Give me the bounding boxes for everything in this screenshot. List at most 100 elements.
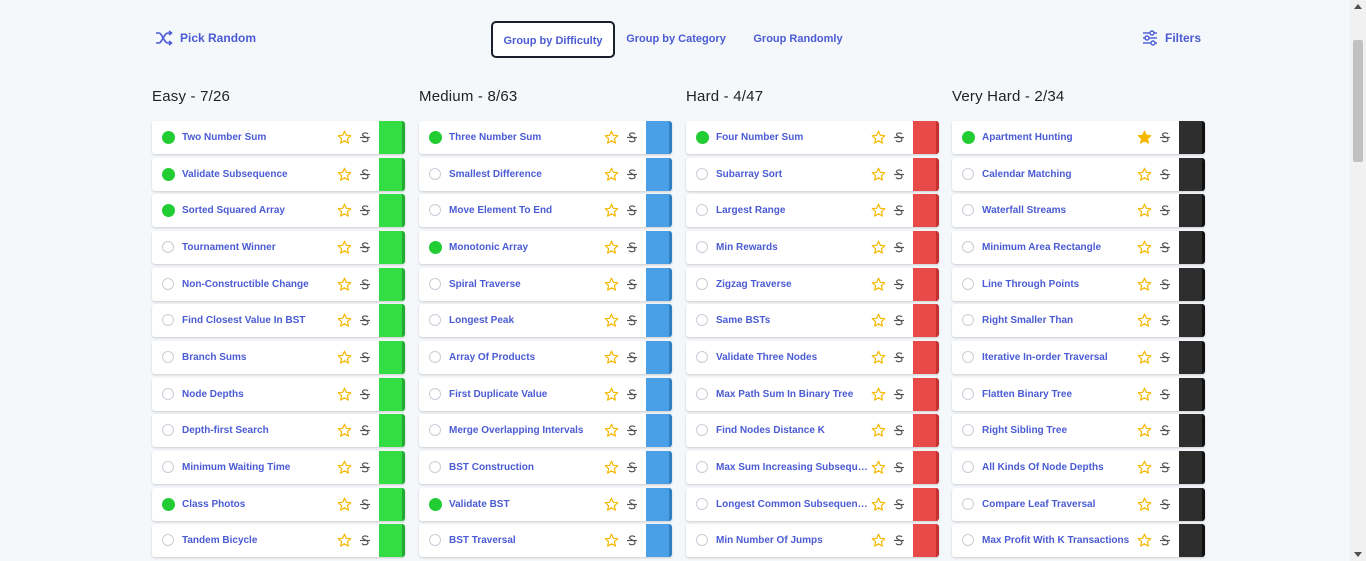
question-row[interactable]: BST Traversal [419, 524, 672, 557]
star-icon[interactable] [604, 167, 619, 182]
star-icon[interactable] [604, 313, 619, 328]
star-icon[interactable] [871, 240, 886, 255]
question-name[interactable]: Smallest Difference [449, 158, 601, 191]
strikethrough-icon[interactable] [626, 131, 638, 144]
star-icon[interactable] [604, 533, 619, 548]
question-name[interactable]: Validate Three Nodes [716, 341, 868, 374]
star-icon[interactable] [871, 167, 886, 182]
strikethrough-icon[interactable] [893, 314, 905, 327]
question-row[interactable]: Two Number Sum [152, 121, 405, 154]
question-name[interactable]: Iterative In-order Traversal [982, 341, 1134, 374]
completed-status-icon[interactable] [162, 168, 175, 181]
strikethrough-icon[interactable] [626, 534, 638, 547]
question-row[interactable]: Max Sum Increasing Subsequence [686, 451, 939, 484]
incomplete-status-icon[interactable] [696, 424, 708, 436]
star-icon[interactable] [604, 130, 619, 145]
star-icon[interactable] [871, 203, 886, 218]
question-name[interactable]: All Kinds Of Node Depths [982, 451, 1134, 484]
star-icon[interactable] [871, 497, 886, 512]
strikethrough-icon[interactable] [893, 168, 905, 181]
incomplete-status-icon[interactable] [429, 168, 441, 180]
incomplete-status-icon[interactable] [162, 388, 174, 400]
question-row[interactable]: Zigzag Traverse [686, 268, 939, 301]
question-name[interactable]: Right Smaller Than [982, 304, 1134, 337]
incomplete-status-icon[interactable] [962, 204, 974, 216]
question-row[interactable]: Iterative In-order Traversal [952, 341, 1205, 374]
star-icon[interactable] [604, 277, 619, 292]
question-name[interactable]: Zigzag Traverse [716, 268, 868, 301]
scroll-down-arrow-icon[interactable] [1354, 552, 1362, 557]
question-name[interactable]: Non-Constructible Change [182, 268, 334, 301]
incomplete-status-icon[interactable] [162, 241, 174, 253]
incomplete-status-icon[interactable] [696, 461, 708, 473]
question-row[interactable]: Array Of Products [419, 341, 672, 374]
strikethrough-icon[interactable] [1159, 131, 1171, 144]
question-name[interactable]: Flatten Binary Tree [982, 378, 1134, 411]
question-name[interactable]: Subarray Sort [716, 158, 868, 191]
incomplete-status-icon[interactable] [162, 314, 174, 326]
star-icon[interactable] [871, 423, 886, 438]
completed-status-icon[interactable] [429, 241, 442, 254]
strikethrough-icon[interactable] [626, 498, 638, 511]
strikethrough-icon[interactable] [893, 351, 905, 364]
star-icon[interactable] [1137, 130, 1152, 145]
strikethrough-icon[interactable] [359, 204, 371, 217]
question-name[interactable]: Min Number Of Jumps [716, 524, 868, 557]
star-icon[interactable] [337, 350, 352, 365]
question-row[interactable]: Validate Three Nodes [686, 341, 939, 374]
strikethrough-icon[interactable] [359, 278, 371, 291]
question-name[interactable]: Node Depths [182, 378, 334, 411]
star-icon[interactable] [1137, 497, 1152, 512]
question-name[interactable]: Four Number Sum [716, 121, 868, 154]
question-row[interactable]: Flatten Binary Tree [952, 378, 1205, 411]
question-row[interactable]: Max Profit With K Transactions [952, 524, 1205, 557]
question-row[interactable]: BST Construction [419, 451, 672, 484]
question-row[interactable]: Line Through Points [952, 268, 1205, 301]
strikethrough-icon[interactable] [626, 351, 638, 364]
incomplete-status-icon[interactable] [696, 314, 708, 326]
incomplete-status-icon[interactable] [429, 314, 441, 326]
incomplete-status-icon[interactable] [429, 461, 441, 473]
strikethrough-icon[interactable] [1159, 278, 1171, 291]
incomplete-status-icon[interactable] [429, 534, 441, 546]
star-icon[interactable] [337, 167, 352, 182]
incomplete-status-icon[interactable] [962, 424, 974, 436]
question-row[interactable]: Spiral Traverse [419, 268, 672, 301]
question-name[interactable]: Find Nodes Distance K [716, 414, 868, 447]
strikethrough-icon[interactable] [893, 278, 905, 291]
question-row[interactable]: Right Smaller Than [952, 304, 1205, 337]
star-icon[interactable] [871, 460, 886, 475]
strikethrough-icon[interactable] [359, 168, 371, 181]
strikethrough-icon[interactable] [359, 314, 371, 327]
question-name[interactable]: BST Construction [449, 451, 601, 484]
strikethrough-icon[interactable] [359, 351, 371, 364]
star-icon[interactable] [1137, 460, 1152, 475]
question-row[interactable]: Subarray Sort [686, 158, 939, 191]
incomplete-status-icon[interactable] [962, 498, 974, 510]
question-name[interactable]: Max Profit With K Transactions [982, 524, 1134, 557]
strikethrough-icon[interactable] [359, 461, 371, 474]
question-row[interactable]: Apartment Hunting [952, 121, 1205, 154]
question-name[interactable]: Validate BST [449, 488, 601, 521]
strikethrough-icon[interactable] [626, 424, 638, 437]
strikethrough-icon[interactable] [359, 388, 371, 401]
incomplete-status-icon[interactable] [696, 204, 708, 216]
question-row[interactable]: Same BSTs [686, 304, 939, 337]
question-row[interactable]: Tournament Winner [152, 231, 405, 264]
incomplete-status-icon[interactable] [162, 461, 174, 473]
star-icon[interactable] [337, 387, 352, 402]
question-row[interactable]: Minimum Area Rectangle [952, 231, 1205, 264]
question-row[interactable]: Max Path Sum In Binary Tree [686, 378, 939, 411]
strikethrough-icon[interactable] [626, 168, 638, 181]
strikethrough-icon[interactable] [359, 534, 371, 547]
incomplete-status-icon[interactable] [162, 351, 174, 363]
incomplete-status-icon[interactable] [962, 278, 974, 290]
star-icon[interactable] [337, 423, 352, 438]
question-row[interactable]: All Kinds Of Node Depths [952, 451, 1205, 484]
question-name[interactable]: Same BSTs [716, 304, 868, 337]
question-row[interactable]: Branch Sums [152, 341, 405, 374]
incomplete-status-icon[interactable] [962, 461, 974, 473]
strikethrough-icon[interactable] [626, 204, 638, 217]
star-icon[interactable] [871, 387, 886, 402]
strikethrough-icon[interactable] [893, 131, 905, 144]
